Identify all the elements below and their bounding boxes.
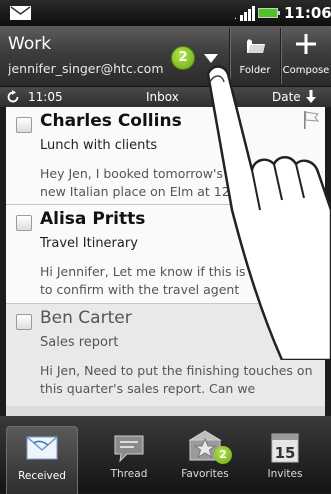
envelope-icon — [26, 436, 58, 460]
message-preview: Hi Jennifer, Let me know if this is ok. … — [40, 264, 312, 297]
message-checkbox[interactable] — [16, 314, 32, 330]
header-divider — [229, 28, 230, 84]
tab-favorites[interactable]: 2 Favorites — [170, 428, 240, 492]
speech-bubble-icon — [114, 435, 144, 463]
plus-icon — [296, 34, 316, 54]
account-email[interactable]: jennifer_singer@htc.com — [8, 61, 166, 76]
tab-received[interactable]: Received — [6, 426, 78, 494]
message-item[interactable]: Alisa Pritts Travel Itinerary Hi Jennife… — [6, 205, 325, 304]
svg-text:.: . — [234, 12, 237, 21]
folder-button[interactable]: Folder — [231, 26, 279, 86]
account-name[interactable]: Work — [8, 34, 51, 54]
folder-icon — [247, 39, 265, 53]
message-list[interactable]: Charles Collins Lunch with clients Hey J… — [6, 107, 325, 406]
tab-label: Received — [18, 470, 66, 482]
compose-label: Compose — [282, 65, 330, 76]
calendar-icon: 15 — [271, 433, 299, 463]
message-item[interactable]: Ben Carter Sales report 10:57 Hi Jen, Ne… — [6, 304, 325, 406]
status-time: 11:06 — [284, 4, 331, 22]
tab-invites[interactable]: 15 Invites — [250, 428, 320, 492]
flag-outline-icon[interactable] — [303, 111, 319, 129]
last-sync-time: 11:05 — [28, 90, 63, 104]
list-footer — [6, 406, 325, 416]
signal-icon: . — [234, 6, 255, 21]
status-bar: . 11:06 — [0, 0, 331, 26]
favorites-count-badge: 2 — [214, 446, 232, 464]
message-checkbox[interactable] — [16, 117, 32, 133]
flag-red-icon[interactable] — [303, 308, 319, 326]
mail-notification-icon — [10, 6, 31, 20]
tab-label: Favorites — [181, 468, 229, 480]
message-subject: Sales report — [40, 335, 119, 350]
message-item[interactable]: Charles Collins Lunch with clients Hey J… — [6, 107, 325, 205]
compose-button[interactable]: Compose — [281, 26, 331, 86]
bottom-tab-bar: Received Thread 2 Favorites 15 Invites — [0, 416, 331, 494]
message-sender: Ben Carter — [40, 308, 132, 328]
sort-down-arrow-icon[interactable] — [306, 90, 316, 104]
message-subject: Travel Itinerary — [40, 236, 138, 251]
account-header: Work jennifer_singer@htc.com 2 Folder Co… — [0, 26, 331, 87]
message-subject: Lunch with clients — [40, 138, 158, 153]
message-time: 10:57 — [279, 335, 317, 350]
calendar-day: 15 — [275, 444, 296, 462]
account-dropdown-icon[interactable] — [204, 54, 218, 63]
folder-label: Folder — [239, 65, 271, 76]
message-sender: Alisa Pritts — [40, 209, 146, 229]
message-sender: Charles Collins — [40, 111, 182, 131]
unread-count-badge: 2 — [171, 46, 195, 70]
tab-label: Thread — [110, 468, 148, 480]
current-folder-name: Inbox — [146, 90, 179, 104]
sort-label[interactable]: Date — [272, 90, 301, 104]
refresh-icon[interactable] — [6, 90, 20, 104]
message-checkbox[interactable] — [16, 215, 32, 231]
message-preview: Hi Jen, Need to put the finishing touche… — [40, 363, 313, 396]
tab-thread[interactable]: Thread — [94, 428, 164, 492]
message-preview: Hey Jen, I booked tomorrow's lunch at th… — [40, 166, 307, 199]
tab-label: Invites — [267, 468, 303, 480]
inbox-info-bar: 11:05 Inbox Date — [0, 87, 331, 107]
battery-icon — [258, 8, 280, 18]
